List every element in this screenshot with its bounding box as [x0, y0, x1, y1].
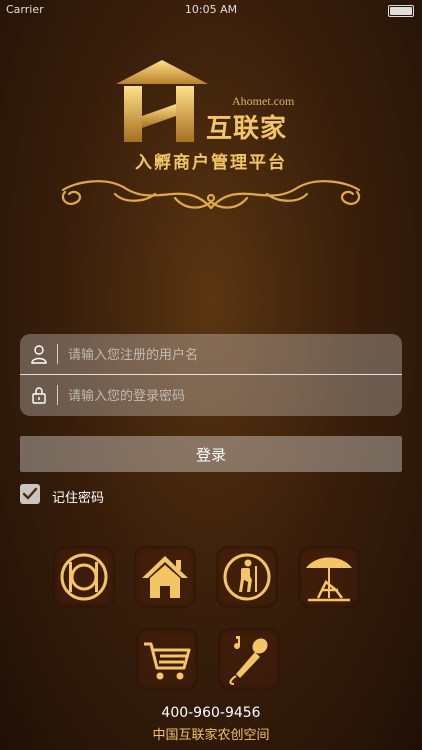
password-input[interactable]: [66, 381, 390, 411]
field-separator: [57, 344, 58, 364]
brand-name: 互联家: [206, 114, 288, 144]
shopping-cart-icon: [144, 642, 191, 680]
hiking-icon: [223, 553, 271, 601]
beach-icon: [306, 557, 352, 602]
login-form: [20, 334, 402, 416]
logo-h-mark: [124, 86, 194, 142]
brand-domain: Ahomet.com: [232, 94, 295, 108]
category-karaoke[interactable]: [218, 628, 280, 690]
battery-icon: [388, 5, 414, 17]
user-icon: [31, 345, 47, 364]
remember-checkbox[interactable]: [20, 484, 40, 504]
restaurant-icon: [60, 553, 108, 601]
check-icon: [22, 487, 38, 500]
category-shopping[interactable]: [136, 628, 198, 690]
login-button[interactable]: 登录: [20, 436, 402, 472]
lock-icon: [32, 387, 46, 404]
field-separator: [57, 385, 58, 405]
contact-phone: 400-960-9456: [161, 705, 261, 721]
password-row: [20, 375, 402, 415]
remember-label: 记住密码: [52, 491, 105, 506]
username-row: [20, 334, 402, 374]
house-roof-icon: [116, 60, 208, 84]
username-input[interactable]: [66, 340, 390, 370]
brand-logo: Ahomet.com 互联家 入孵商户管理平台: [0, 58, 422, 228]
status-bar: Carrier 10:05 AM: [0, 0, 422, 20]
organization-name: 中国互联家农创空间: [152, 728, 270, 743]
ornament-divider: [61, 180, 361, 210]
home-icon: [142, 556, 188, 598]
category-beach[interactable]: [298, 546, 360, 608]
clock: 10:05 AM: [184, 3, 238, 16]
category-restaurant[interactable]: [53, 546, 115, 608]
category-home[interactable]: [134, 546, 196, 608]
category-hiking[interactable]: [216, 546, 278, 608]
karaoke-icon: [229, 636, 268, 685]
